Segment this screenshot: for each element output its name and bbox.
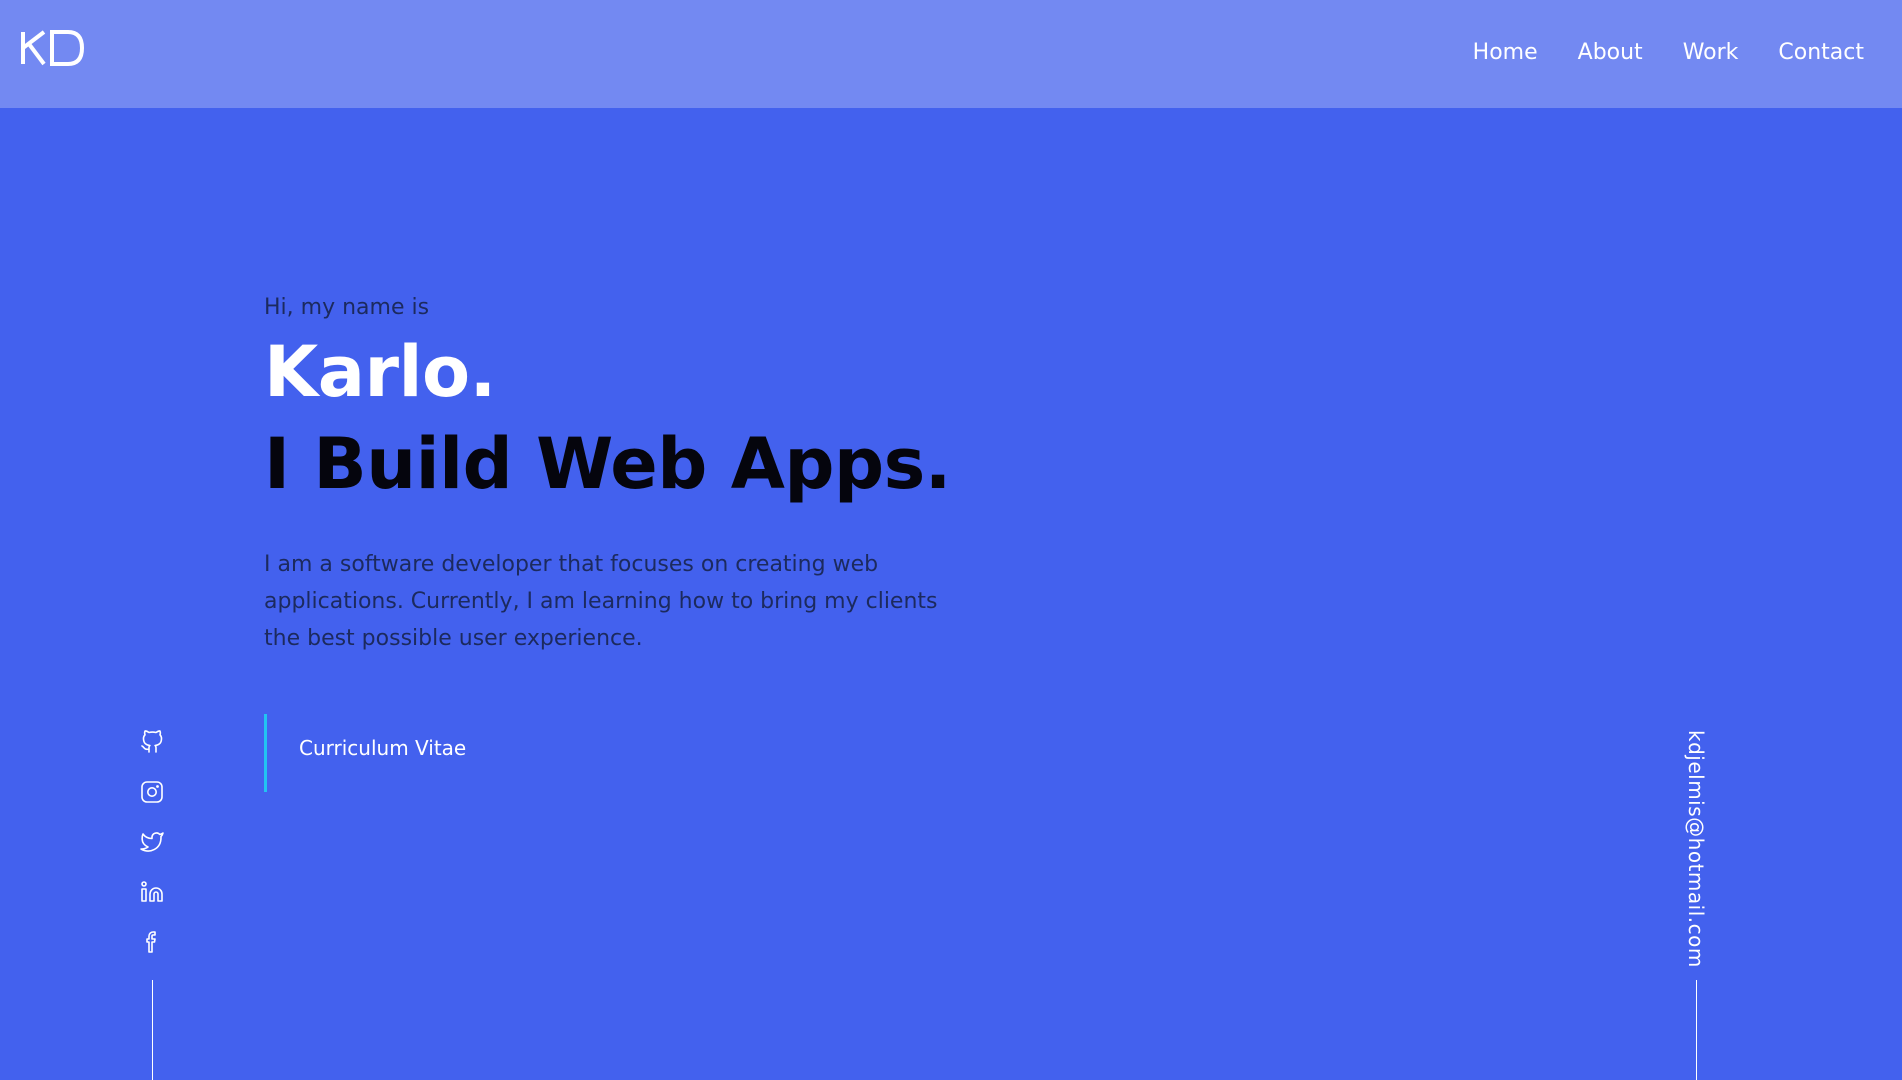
nav-links: Home About Work Contact (1473, 38, 1864, 68)
nav-contact-link[interactable]: Contact (1778, 38, 1864, 68)
cv-button[interactable]: Curriculum Vitae (264, 714, 504, 792)
twitter-icon (140, 832, 164, 852)
hero-section: Hi, my name is Karlo. I Build Web Apps. … (264, 290, 984, 657)
hero-intro: I am a software developer that focuses o… (264, 552, 938, 651)
email-divider-line (1696, 980, 1697, 1080)
nav-home-link[interactable]: Home (1473, 38, 1538, 68)
hero-name: Karlo. (264, 331, 496, 413)
email-link[interactable]: kdjelmis@hotmail.com (1683, 730, 1709, 968)
logo[interactable] (20, 28, 86, 68)
hero-greeting: Hi, my name is (264, 295, 430, 320)
hero-tagline: I Build Web Apps. (264, 423, 951, 505)
github-icon (141, 730, 163, 753)
twitter-link[interactable] (140, 830, 164, 854)
logo-icon (21, 30, 85, 66)
social-divider-line (152, 980, 153, 1080)
nav-about-link[interactable]: About (1578, 38, 1643, 68)
github-link[interactable] (140, 730, 164, 754)
social-links (136, 730, 168, 954)
nav-work-link[interactable]: Work (1683, 38, 1739, 68)
navbar: Home About Work Contact (0, 0, 1902, 108)
instagram-icon (141, 781, 163, 803)
instagram-link[interactable] (140, 780, 164, 804)
linkedin-link[interactable] (140, 880, 164, 904)
linkedin-icon (141, 881, 163, 902)
facebook-link[interactable] (140, 930, 164, 954)
facebook-icon (146, 931, 156, 953)
